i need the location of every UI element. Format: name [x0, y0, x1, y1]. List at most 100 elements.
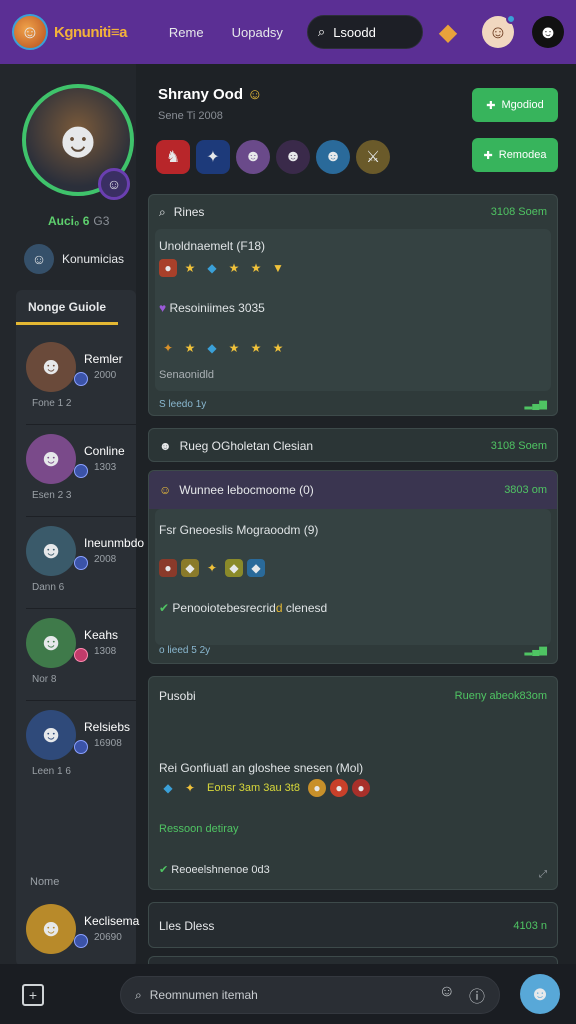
- player-name: Keclisema: [84, 914, 140, 928]
- avatar-icon: ☻: [159, 439, 172, 453]
- hero-icon[interactable]: ☻: [316, 140, 350, 174]
- item-icon: ●: [159, 259, 177, 277]
- feed-card[interactable]: Pusobi Rueny abeok83om Rei Gonfiuatl an …: [148, 676, 558, 890]
- divider: [26, 424, 136, 425]
- bottom-bar: + ⌕ Reomnumen itemah ☺ ⓘ ☻: [0, 964, 576, 1024]
- player-name: Keahs: [84, 628, 119, 642]
- star-icon: ★: [250, 341, 262, 355]
- trophy-icon[interactable]: ◆: [432, 16, 464, 48]
- card-time: 4103 n: [513, 920, 547, 932]
- info-icon[interactable]: ⓘ: [469, 983, 485, 1007]
- feed-card[interactable]: ⌕ Rines 3108 Soem Unoldnaemelt (F18) ● ★…: [148, 194, 558, 416]
- item-icons: ● ◆ ✦ ◆ ◆: [159, 559, 265, 577]
- player-score: 20690: [94, 932, 122, 943]
- hero-icon[interactable]: ☻: [236, 140, 270, 174]
- player-avatar: ☻: [26, 342, 76, 392]
- card-header: ☺ Wunnee lebocmoome (0) 3803 om: [149, 471, 557, 509]
- emoji-icon[interactable]: ☺: [439, 983, 455, 1007]
- expand-icon[interactable]: ⤢: [539, 869, 547, 880]
- card-row: Senaonidld: [159, 369, 215, 381]
- card-header: Pusobi Rueny abeok83om: [149, 677, 557, 715]
- gem-icon: ◆: [207, 261, 217, 275]
- card-header: ☻ Rueg OGholetan Clesian 3108 Soem: [149, 429, 557, 463]
- plus-icon: ✚: [483, 149, 493, 162]
- player-avatar: ☻: [26, 434, 76, 484]
- chat-placeholder: Reomnumen itemah: [149, 988, 258, 1002]
- card-row: ✔ Reoeelshnenoe 0d3: [159, 864, 270, 876]
- player-avatar: ☻: [26, 526, 76, 576]
- check-icon: ✔: [159, 864, 169, 876]
- add-icon[interactable]: +: [22, 984, 44, 1006]
- friend-header[interactable]: ☺ Konumicias: [24, 244, 124, 274]
- player-name: Ineunmbdo: [84, 536, 145, 550]
- my-avatar[interactable]: ☻: [520, 974, 560, 1014]
- panel-title: Nonge Guiole: [16, 290, 118, 325]
- feed-card[interactable]: ☺ Wunnee lebocmoome (0) 3803 om Fsr Gneo…: [148, 470, 558, 664]
- nav-home[interactable]: Reme: [169, 25, 204, 40]
- item-icon: ◆: [181, 559, 199, 577]
- star-icon: ★: [272, 341, 284, 355]
- item-icon: ●: [351, 779, 370, 797]
- search-icon: ⌕: [135, 987, 142, 1002]
- player-avatar: ☻: [26, 618, 76, 668]
- nav-updates[interactable]: Uopadsy: [232, 25, 283, 40]
- card-row: ✔ Penooiotebesrecridd clenesd: [159, 601, 328, 615]
- player-meta: Dann 6: [32, 582, 65, 593]
- card-title: Wunnee lebocmoome (0): [179, 483, 314, 497]
- item-icon: ●: [307, 779, 326, 797]
- player-name: Remler: [84, 352, 123, 366]
- primary-action-button[interactable]: ✚ Mgodiod: [472, 88, 558, 122]
- hero-icon[interactable]: ⚔: [356, 140, 390, 174]
- profile-level: Auci₀ 6 G3: [48, 214, 110, 228]
- chat-input[interactable]: ⌕ Reomnumen itemah ☺ ⓘ: [120, 976, 500, 1014]
- feed-card[interactable]: Lles Dless 4103 n: [148, 902, 558, 948]
- player-score: 16908: [94, 738, 122, 749]
- card-row: Ressoon detiray: [159, 823, 239, 835]
- card-header: Lles Dless 4103 n: [149, 903, 557, 949]
- check-icon: ✔: [159, 601, 170, 615]
- player-avatar: ☻: [26, 710, 76, 760]
- hero-icon[interactable]: ☻: [276, 140, 310, 174]
- user-avatar[interactable]: ☻: [532, 16, 564, 48]
- player-score: 1308: [94, 646, 117, 657]
- player-score: 1303: [94, 462, 117, 473]
- item-icon: ●: [329, 779, 348, 797]
- smile-icon: ☺: [247, 86, 263, 103]
- card-header: ⌕ Rines 3108 Soem: [149, 195, 557, 229]
- card-time: 3803 om: [504, 484, 547, 496]
- footer-section-label: Nome: [30, 876, 60, 888]
- badge-icon: ♥: [159, 301, 167, 315]
- player-meta: Leen 1 6: [32, 766, 71, 777]
- player-meta: Fone 1 2: [32, 398, 72, 409]
- app-logo[interactable]: ☺ Kgnuniti≡a: [12, 14, 127, 50]
- shield-icon: ▼: [272, 261, 284, 275]
- star-icon: ★: [228, 261, 240, 275]
- item-icons: ✦ ★ ◆ ★ ★ ★: [159, 339, 287, 357]
- card-title: Rines: [173, 205, 205, 219]
- item-icon: ◆: [225, 559, 243, 577]
- search-input[interactable]: ⌕ Lsoodd: [306, 15, 423, 49]
- plus-icon: ✚: [486, 99, 496, 112]
- item-icon: ✦: [162, 341, 174, 355]
- card-title: Lles Dless: [159, 919, 215, 933]
- card-row: Fsr Gneoeslis Mograoodm (9): [159, 523, 319, 537]
- search-text: Lsoodd: [333, 24, 376, 40]
- notification-avatar[interactable]: ☺: [482, 14, 516, 48]
- card-title: Pusobi: [159, 689, 196, 703]
- secondary-action-button[interactable]: ✚ Remodea: [472, 138, 558, 172]
- star-icon: ★: [228, 341, 240, 355]
- feed-card[interactable]: ☻ Rueg OGholetan Clesian 3108 Soem: [148, 428, 558, 462]
- hero-list: ♞ ✦ ☻ ☻ ☻ ⚔: [156, 140, 390, 174]
- item-icon: ✦: [184, 781, 196, 795]
- item-icon: ●: [159, 559, 177, 577]
- card-footer: S leedo 1y: [159, 399, 207, 410]
- hero-icon[interactable]: ♞: [156, 140, 190, 174]
- search-icon: ⌕: [159, 204, 166, 219]
- players-panel: Nonge Guiole ☻ Remler 2000 Fone 1 2 ☻ Co…: [16, 290, 144, 966]
- card-row: Unoldnaemelt (F18): [159, 239, 266, 253]
- gem-icon: ◆: [207, 341, 217, 355]
- star-icon: ★: [184, 261, 196, 275]
- hero-icon[interactable]: ✦: [196, 140, 230, 174]
- player-badge-icon: [74, 740, 88, 754]
- divider: [26, 516, 136, 517]
